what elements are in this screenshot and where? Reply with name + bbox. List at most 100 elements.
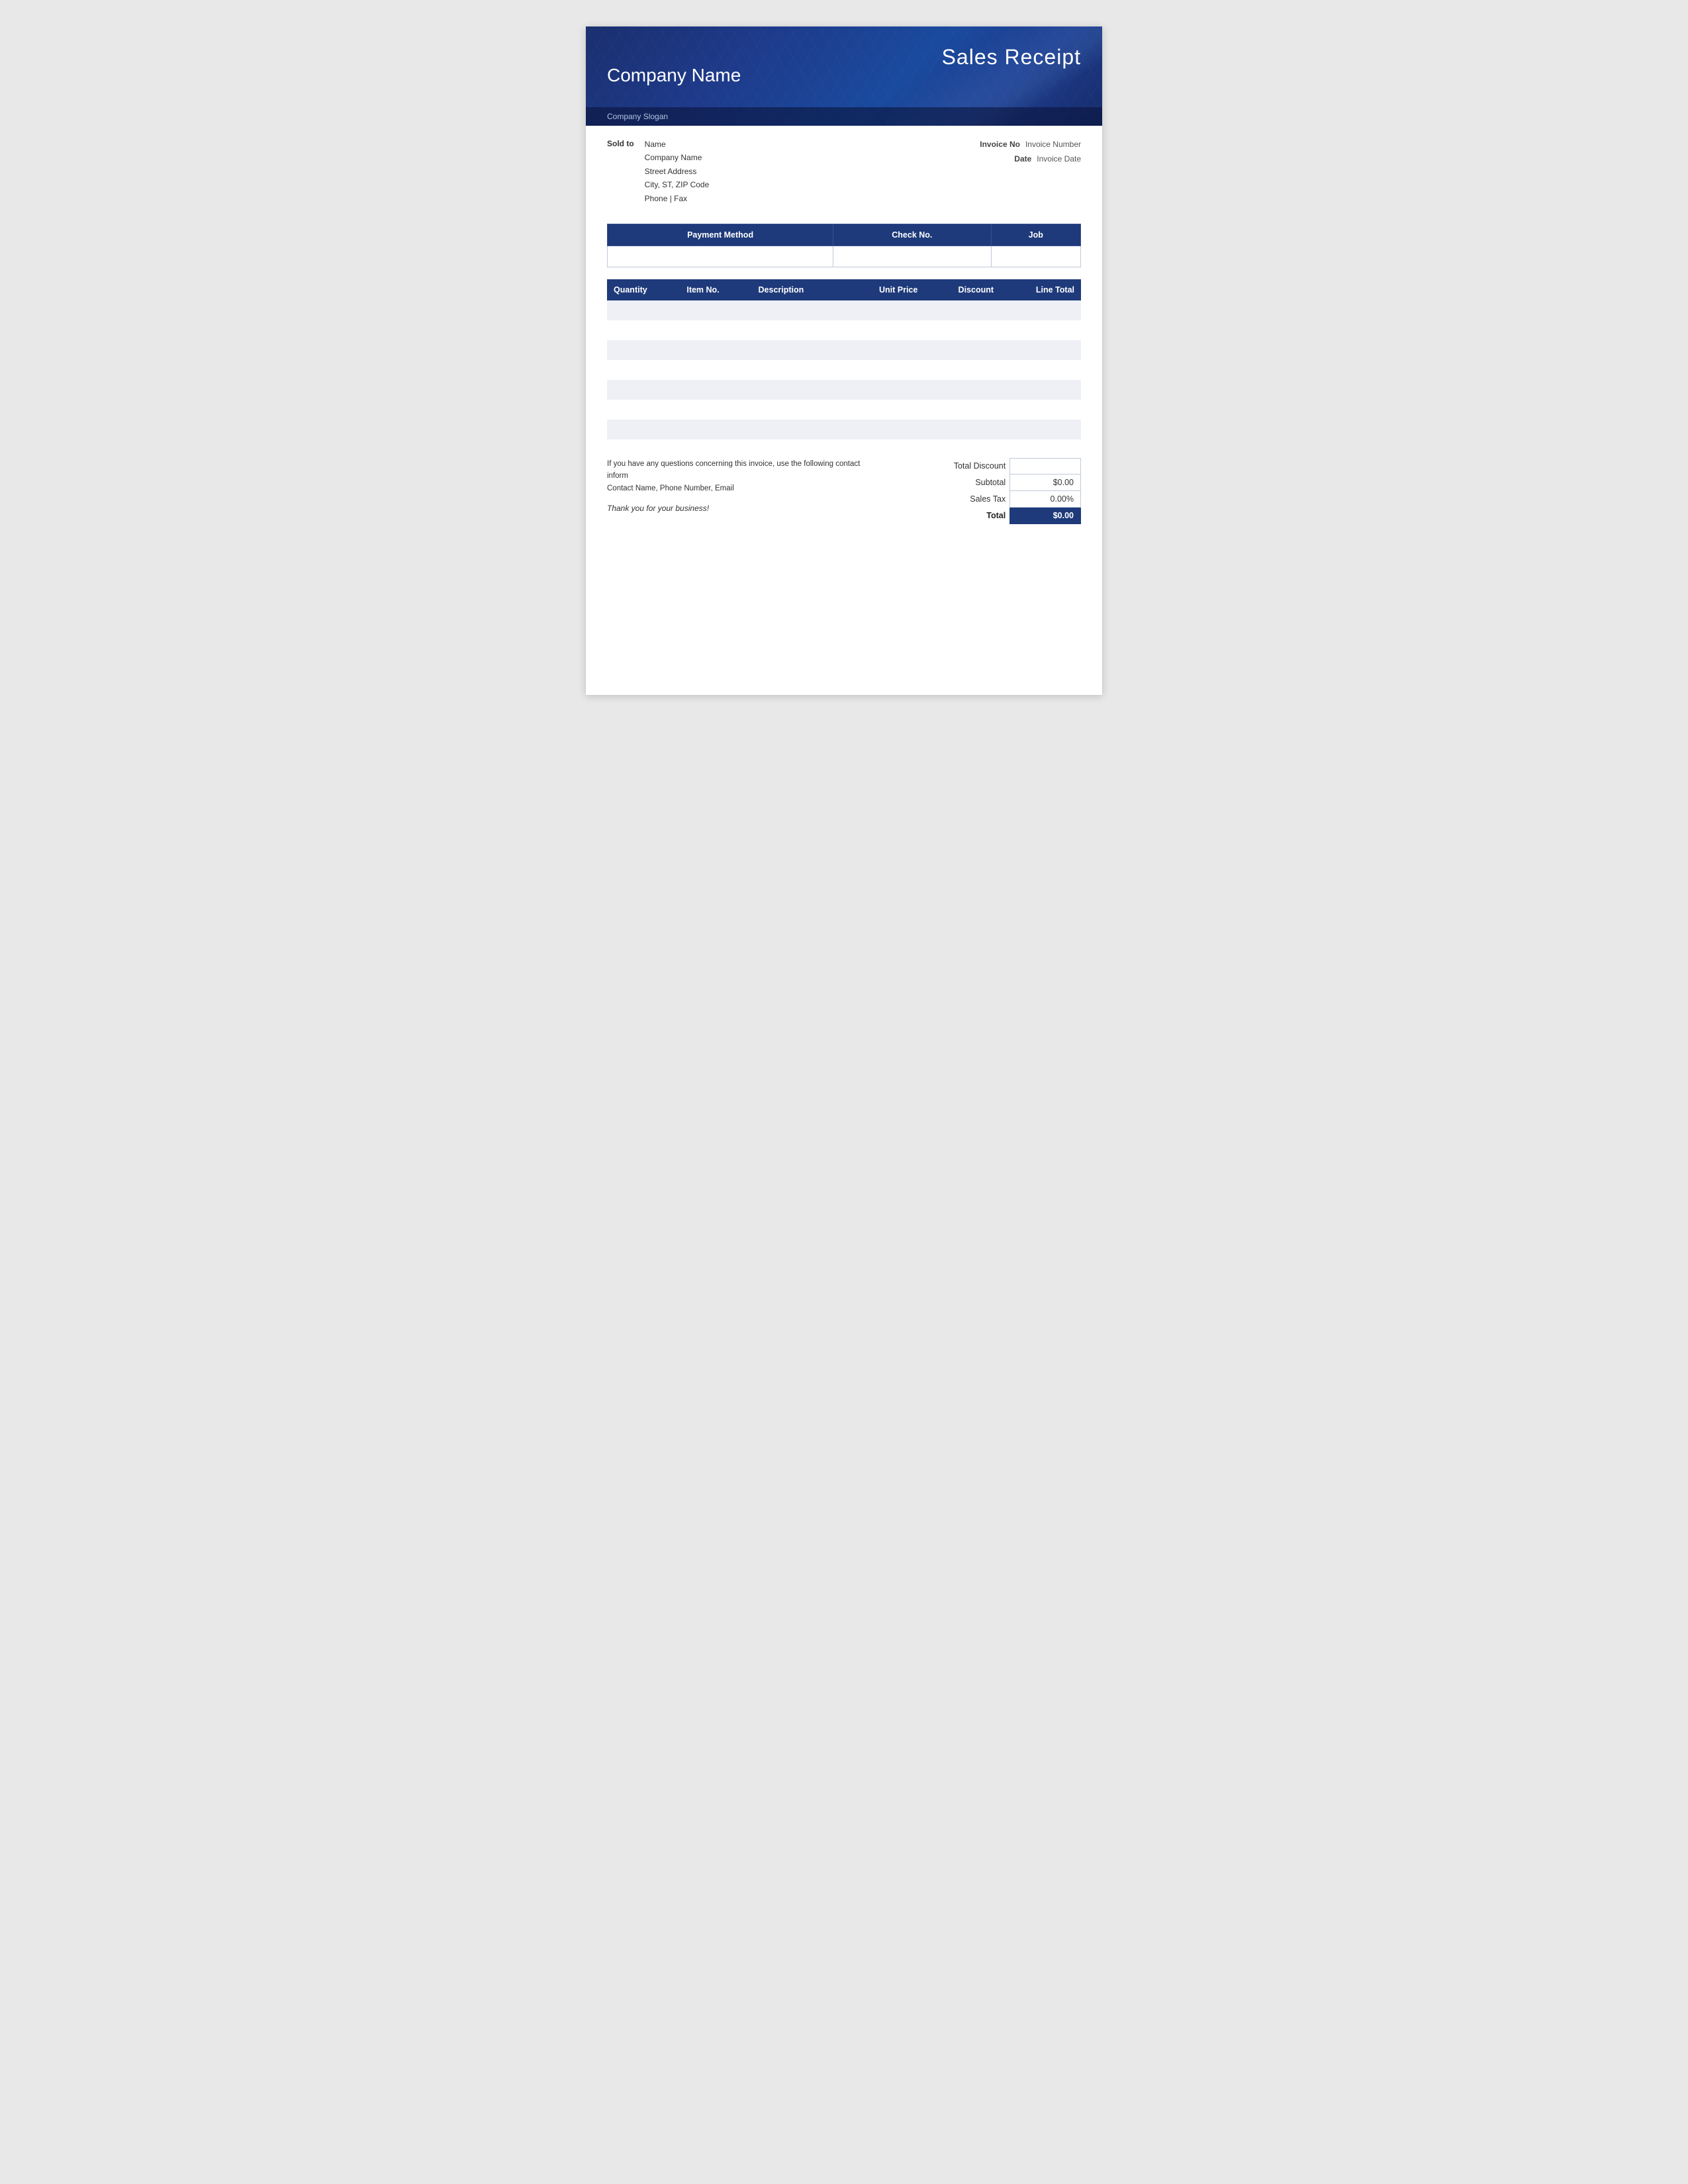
table-cell [680,420,751,439]
table-cell [607,420,680,439]
discount-value [1010,458,1081,474]
check-no-cell [833,246,991,267]
table-cell [843,420,924,439]
sold-to-city: City, ST, ZIP Code [645,178,710,191]
sold-to-phone: Phone | Fax [645,192,710,205]
table-cell [680,400,751,420]
company-slogan: Company Slogan [607,112,668,121]
table-cell [680,360,751,380]
tax-row: Sales Tax 0.00% [935,490,1081,507]
total-row: Total $0.00 [935,507,1081,523]
job-header: Job [991,224,1080,246]
invoice-info: Invoice No Invoice Number Date Invoice D… [980,138,1081,205]
tax-label: Sales Tax [935,490,1010,507]
table-cell [607,400,680,420]
discount-label: Total Discount [935,458,1010,474]
table-cell [680,380,751,400]
invoice-date-row: Date Invoice Date [980,152,1081,167]
thank-you: Thank you for your business! [607,504,872,513]
table-cell [680,300,751,320]
tax-value: 0.00% [1010,490,1081,507]
table-cell [607,340,680,360]
totals-table: Total Discount Subtotal $0.00 Sales Tax … [935,458,1081,524]
footer-notes: If you have any questions concerning thi… [607,458,872,513]
table-cell [607,380,680,400]
discount-header: Discount [924,279,1000,300]
items-header-row: Quantity Item No. Description Unit Price… [607,279,1081,300]
contact-details: Contact Name, Phone Number, Email [607,484,734,492]
job-cell [991,246,1080,267]
invoice-no-row: Invoice No Invoice Number [980,138,1081,152]
table-cell [1000,360,1081,380]
table-cell [680,320,751,340]
sales-receipt-page: Sales Receipt Company Name Company Sloga… [586,26,1102,695]
table-cell [1000,380,1081,400]
table-row [607,340,1081,360]
subtotal-value: $0.00 [1010,474,1081,490]
table-cell [752,420,844,439]
table-cell [924,320,1000,340]
table-cell [924,340,1000,360]
invoice-date-label: Date [1014,152,1031,167]
invoice-no-value: Invoice Number [1025,138,1081,152]
table-cell [843,320,924,340]
contact-note: If you have any questions concerning thi… [607,458,872,494]
total-value: $0.00 [1010,507,1081,523]
table-cell [843,340,924,360]
subtotal-row: Subtotal $0.00 [935,474,1081,490]
table-row [607,400,1081,420]
sold-to-street: Street Address [645,165,710,178]
table-cell [607,300,680,320]
table-cell [924,360,1000,380]
table-cell [843,400,924,420]
table-cell [924,420,1000,439]
total-label: Total [935,507,1010,523]
table-cell [1000,340,1081,360]
header: Sales Receipt Company Name Company Sloga… [586,26,1102,126]
payment-table: Payment Method Check No. Job [607,224,1081,267]
table-cell [752,340,844,360]
unit-price-header: Unit Price [843,279,924,300]
totals-section: If you have any questions concerning thi… [586,446,1102,524]
table-cell [843,380,924,400]
items-section: Quantity Item No. Description Unit Price… [607,279,1081,439]
table-cell [1000,420,1081,439]
check-no-header: Check No. [833,224,991,246]
info-section: Sold to Name Company Name Street Address… [586,126,1102,212]
table-cell [607,320,680,340]
table-cell [924,300,1000,320]
table-cell [680,340,751,360]
payment-row [608,246,1081,267]
table-cell [1000,400,1081,420]
table-cell [924,380,1000,400]
table-cell [843,360,924,380]
line-total-header: Line Total [1000,279,1081,300]
table-cell [1000,320,1081,340]
table-row [607,420,1081,439]
company-name: Company Name [607,65,1081,86]
header-bottom-bar: Company Slogan [586,107,1102,126]
invoice-no-label: Invoice No [980,138,1020,152]
sold-to-name: Name [645,138,710,151]
table-row [607,300,1081,320]
invoice-date-value: Invoice Date [1037,152,1081,167]
table-row [607,360,1081,380]
items-table: Quantity Item No. Description Unit Price… [607,279,1081,439]
sold-to-company: Company Name [645,151,710,164]
payment-method-cell [608,246,833,267]
table-cell [752,300,844,320]
table-cell [752,360,844,380]
table-cell [924,400,1000,420]
table-cell [752,400,844,420]
table-cell [752,380,844,400]
table-cell [607,360,680,380]
table-cell [752,320,844,340]
payment-method-header: Payment Method [608,224,833,246]
qty-header: Quantity [607,279,680,300]
table-cell [1000,300,1081,320]
subtotal-label: Subtotal [935,474,1010,490]
table-row [607,320,1081,340]
table-row [607,380,1081,400]
description-header: Description [752,279,844,300]
sold-to-label: Sold to [607,138,634,205]
